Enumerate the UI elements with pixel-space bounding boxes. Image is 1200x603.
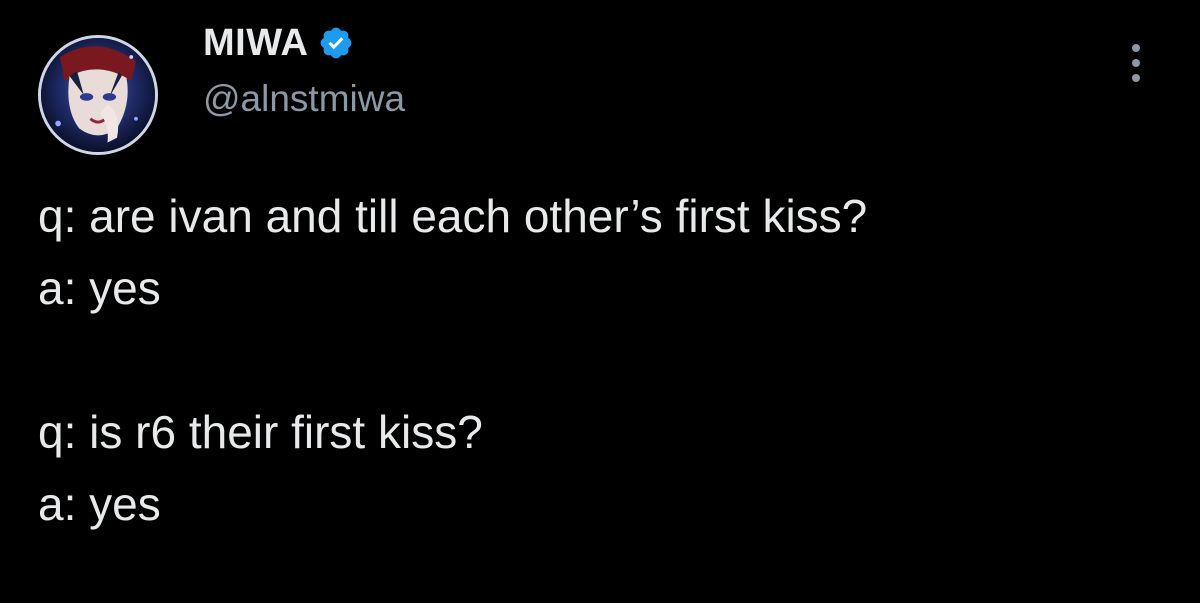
author-name-row: MIWA: [203, 18, 354, 68]
tweet-line: q: is r6 their first kiss?: [38, 406, 483, 458]
tweet-line: q: are ivan and till each other’s first …: [38, 190, 868, 242]
more-dot: [1132, 44, 1140, 52]
avatar-image: [41, 38, 155, 152]
tweet-line: a: yes: [38, 478, 161, 530]
tweet-text: q: are ivan and till each other’s first …: [38, 180, 1158, 540]
more-options-icon[interactable]: [1124, 44, 1148, 82]
author-handle[interactable]: @alnstmiwa: [203, 78, 405, 120]
verified-badge-icon[interactable]: [318, 25, 354, 61]
avatar[interactable]: [38, 35, 158, 155]
more-dot: [1132, 74, 1140, 82]
display-name[interactable]: MIWA: [203, 22, 308, 65]
more-dot: [1132, 59, 1140, 67]
tweet-line: a: yes: [38, 262, 161, 314]
tweet-card: MIWA @alnstmiwa q: are ivan and till eac…: [0, 0, 1200, 603]
